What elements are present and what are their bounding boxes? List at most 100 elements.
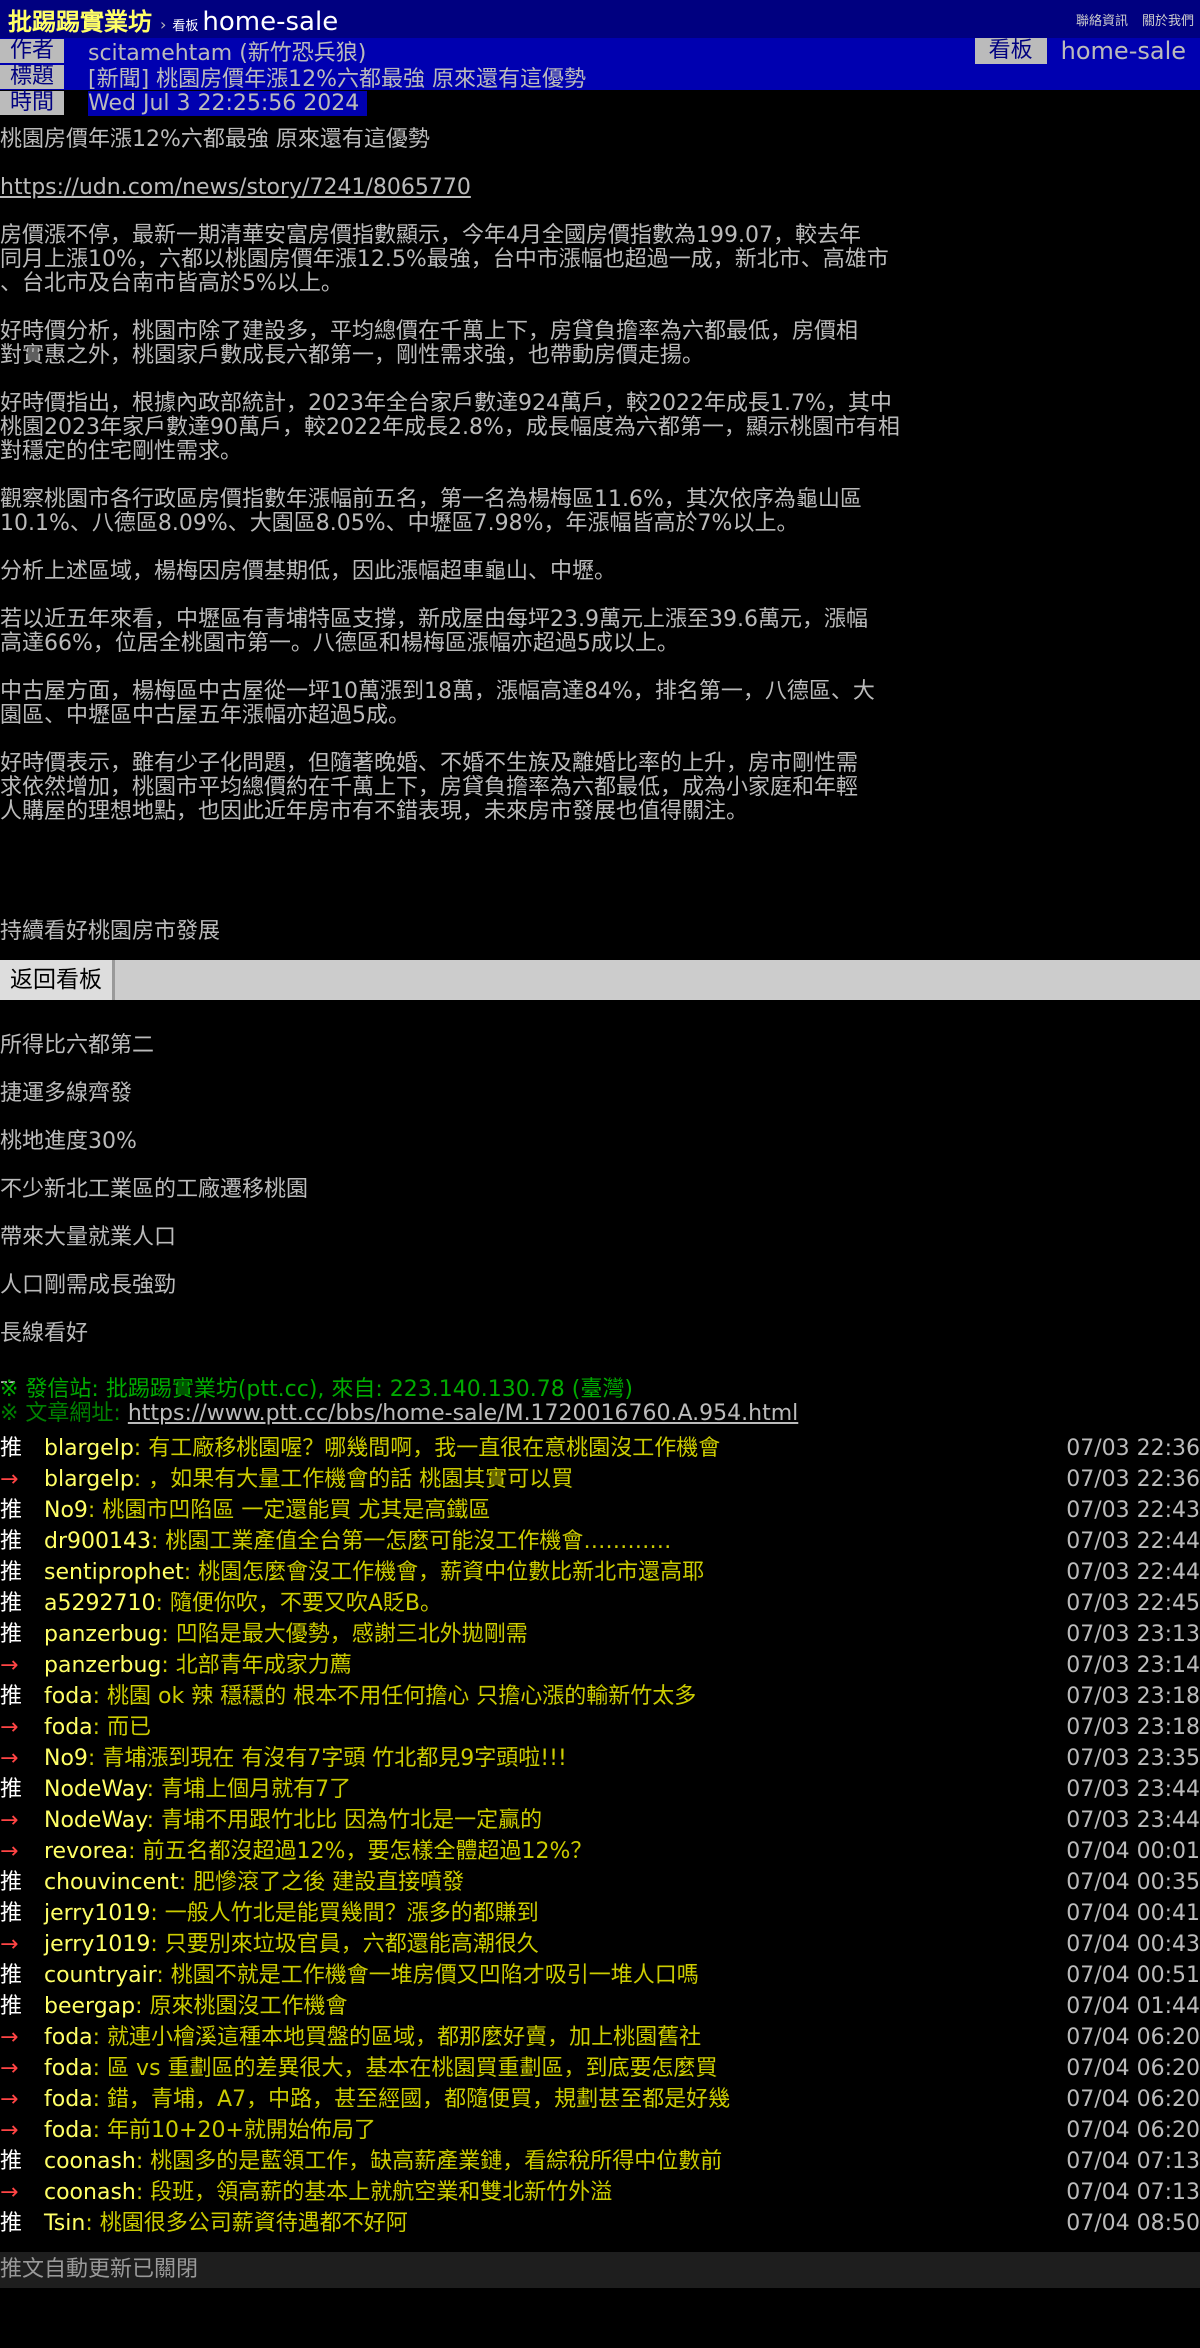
push-user[interactable]: NodeWay (44, 1808, 147, 1833)
push-row: 推 blargelp: 有工廠移桃園喔？哪幾間啊，我一直很在意桃園沒工作機會 07/… (0, 1433, 1200, 1464)
push-user[interactable]: foda (44, 1715, 93, 1740)
push-user[interactable]: jerry1019 (44, 1901, 150, 1926)
push-user[interactable]: foda (44, 2025, 93, 2050)
push-time: 07/03 23:18 (1066, 1684, 1200, 1709)
push-user[interactable]: blargelp (44, 1436, 134, 1461)
top-links: 聯絡資訊 關於我們 (1076, 10, 1194, 29)
push-user[interactable]: No9 (44, 1498, 88, 1523)
push-user[interactable]: blargelp (44, 1467, 134, 1492)
push-content: : 桃園市凹陷區 一定還能買 尤其是高鐵區 (87, 1498, 491, 1523)
push-content: : 有工廠移桃園喔？哪幾間啊，我一直很在意桃園沒工作機會 (133, 1436, 721, 1461)
push-body: No9: 青埔漲到現在 有沒有7字頭 竹北都見9字頭啦!!! (44, 1743, 567, 1774)
push-body: countryair: 桃園不就是工作機會一堆房價又凹陷才吸引一堆人口嗎 (44, 1960, 699, 1991)
origin-line: ※ 發信站: 批踢踢實業坊(ptt.cc), 來自: 223.140.130.7… (0, 1378, 798, 1402)
push-content: : 青埔漲到現在 有沒有7字頭 竹北都見9字頭啦!!! (87, 1746, 567, 1771)
auto-update-status: 推文自動更新已關閉 (0, 2252, 1200, 2288)
push-tag: 推 (0, 1560, 23, 1585)
push-tag: → (0, 1746, 19, 1771)
push-user[interactable]: revorea (44, 1839, 128, 1864)
push-user[interactable]: NodeWay (44, 1777, 147, 1802)
article-source-link[interactable]: https://udn.com/news/story/7241/8065770 (0, 175, 471, 200)
push-content: : 桃園多的是藍領工作，缺高薪產業鏈，看綜稅所得中位數前 (135, 2149, 723, 2174)
push-body: beergap: 原來桃園沒工作機會 (44, 1991, 348, 2022)
push-content: : ，如果有大量工作機會的話 桃園其實可以買 (133, 1467, 574, 1492)
author-note-line: 帶來大量就業人口 (0, 1225, 177, 1250)
article-paragraph: 房價漲不停，最新一期清華安富房價指數顯示，今年4月全國房價指數為199.07，較… (0, 223, 889, 296)
board-link[interactable]: home-sale (202, 7, 338, 37)
article-paragraph: 好時價指出，根據內政部統計，2023年全台家戶數達924萬戶，較2022年成長1… (0, 391, 900, 464)
push-body: sentiprophet: 桃園怎麼會沒工作機會，薪資中位數比新北市還高耶 (44, 1557, 704, 1588)
push-user[interactable]: a5292710 (44, 1591, 155, 1616)
push-content: : 區 vs 重劃區的差異很大，基本在桃園買重劃區，到底要怎麼買 (92, 2056, 718, 2081)
push-user[interactable]: foda (44, 2118, 93, 2143)
push-user[interactable]: coonash (44, 2149, 136, 2174)
article-url-link[interactable]: https://www.ptt.cc/bbs/home-sale/M.17200… (128, 1401, 798, 1426)
source-info: ※ 發信站: 批踢踢實業坊(ptt.cc), 來自: 223.140.130.7… (0, 1378, 798, 1426)
push-user[interactable]: coonash (44, 2180, 136, 2205)
push-user[interactable]: jerry1019 (44, 1932, 150, 1957)
article-headline: 桃園房價年漲12%六都最強 原來還有這優勢 (0, 127, 430, 152)
push-user[interactable]: chouvincent (44, 1870, 179, 1895)
push-time: 07/04 00:43 (1066, 1932, 1200, 1957)
push-body: blargelp: ，如果有大量工作機會的話 桃園其實可以買 (44, 1464, 573, 1495)
article-closing: 持續看好桃園房市發展 (0, 919, 221, 944)
push-user[interactable]: beergap (44, 1994, 135, 2019)
push-body: a5292710: 隨便你吹，不要又吹A貶B。 (44, 1588, 442, 1619)
article-paragraph: 好時價表示，雖有少子化問題，但隨著晚婚、不婚不生族及離婚比率的上升，房市剛性需 … (0, 751, 859, 824)
push-time: 07/03 23:44 (1066, 1777, 1200, 1802)
push-tag: 推 (0, 1963, 23, 1988)
push-user[interactable]: countryair (44, 1963, 156, 1988)
article-paragraph: 分析上述區域，楊梅因房價基期低，因此漲幅超車龜山、中壢。 (0, 559, 617, 584)
push-row: 推 coonash: 桃園多的是藍領工作，缺高薪產業鏈，看綜稅所得中位數前 07/0… (0, 2146, 1200, 2177)
push-content: : 段班，領高薪的基本上就航空業和雙北新竹外溢 (135, 2180, 613, 2205)
push-user[interactable]: Tsin (44, 2211, 85, 2236)
site-logo-link[interactable]: 批踢踢實業坊 (8, 2, 152, 37)
push-time: 07/03 22:45 (1066, 1591, 1200, 1616)
push-body: No9: 桃園市凹陷區 一定還能買 尤其是高鐵區 (44, 1495, 490, 1526)
push-body: foda: 區 vs 重劃區的差異很大，基本在桃園買重劃區，到底要怎麼買 (44, 2053, 718, 2084)
push-user[interactable]: panzerbug (44, 1622, 161, 1647)
push-time: 07/03 22:44 (1066, 1529, 1200, 1554)
push-tag: → (0, 2056, 19, 2081)
origin-prefix: ※ 發信站: (0, 1377, 106, 1402)
back-to-board-button[interactable]: 返回看板 (0, 960, 115, 1000)
push-tag: → (0, 1653, 19, 1678)
time-value: Wed Jul 3 22:25:56 2024 (88, 90, 368, 116)
push-row: → blargelp: ，如果有大量工作機會的話 桃園其實可以買 07/03 22:… (0, 1464, 1200, 1495)
push-body: foda: 錯，青埔，A7，中路，甚至經國，都隨便買，規劃甚至都是好幾 (44, 2084, 730, 2115)
push-body: NodeWay: 青埔上個月就有7了 (44, 1774, 351, 1805)
push-row: → foda: 而已 07/03 23:18 (0, 1712, 1200, 1743)
board-meta-value: home-sale (1060, 38, 1186, 64)
push-user[interactable]: panzerbug (44, 1653, 161, 1678)
push-row: 推 panzerbug: 凹陷是最大優勢，感謝三北外拋剛需 07/03 23:13 (0, 1619, 1200, 1650)
push-row: 推 foda: 桃園 ok 辣 穩穩的 根本不用任何擔心 只擔心漲的輸新竹太多 07… (0, 1681, 1200, 1712)
push-content: : 桃園工業產值全台第一怎麼可能沒工作機會………… (151, 1529, 672, 1554)
about-link[interactable]: 關於我們 (1142, 10, 1194, 29)
push-user[interactable]: No9 (44, 1746, 88, 1771)
push-body: jerry1019: 只要別來垃圾官員，六都還能高潮很久 (44, 1929, 539, 1960)
push-time: 07/04 06:20 (1066, 2025, 1200, 2050)
article-meta: 作者 scitamehtam (新竹恐兵狼) 看板 home-sale 標題 [… (0, 38, 1200, 116)
push-time: 07/04 00:41 (1066, 1901, 1200, 1926)
url-prefix: ※ 文章網址: (0, 1401, 128, 1426)
board-tag-label: 看板 (172, 19, 199, 34)
push-user[interactable]: foda (44, 1684, 93, 1709)
push-user[interactable]: foda (44, 2087, 93, 2112)
push-content: : 青埔不用跟竹北比 因為竹北是一定贏的 (146, 1808, 543, 1833)
push-user[interactable]: foda (44, 2056, 93, 2081)
push-tag: → (0, 1932, 19, 1957)
push-tag: 推 (0, 1529, 23, 1554)
contact-link[interactable]: 聯絡資訊 (1076, 10, 1128, 29)
push-tag: 推 (0, 1870, 23, 1895)
push-body: coonash: 桃園多的是藍領工作，缺高薪產業鏈，看綜稅所得中位數前 (44, 2146, 722, 2177)
push-content: : 年前10+20+就開始佈局了 (92, 2118, 376, 2143)
push-content: : 一般人竹北是能買幾間？漲多的都賺到 (150, 1901, 539, 1926)
author-tag: 作者 (0, 39, 64, 63)
article-url-line: ※ 文章網址: https://www.ptt.cc/bbs/home-sale… (0, 1402, 798, 1426)
push-content: : 原來桃園沒工作機會 (135, 1994, 348, 2019)
push-user[interactable]: dr900143 (44, 1529, 151, 1554)
push-body: dr900143: 桃園工業產值全台第一怎麼可能沒工作機會………… (44, 1526, 671, 1557)
push-user[interactable]: sentiprophet (44, 1560, 184, 1585)
meta-time-row: 時間 Wed Jul 3 22:25:56 2024 (0, 90, 1200, 116)
push-content: : 只要別來垃圾官員，六都還能高潮很久 (150, 1932, 539, 1957)
